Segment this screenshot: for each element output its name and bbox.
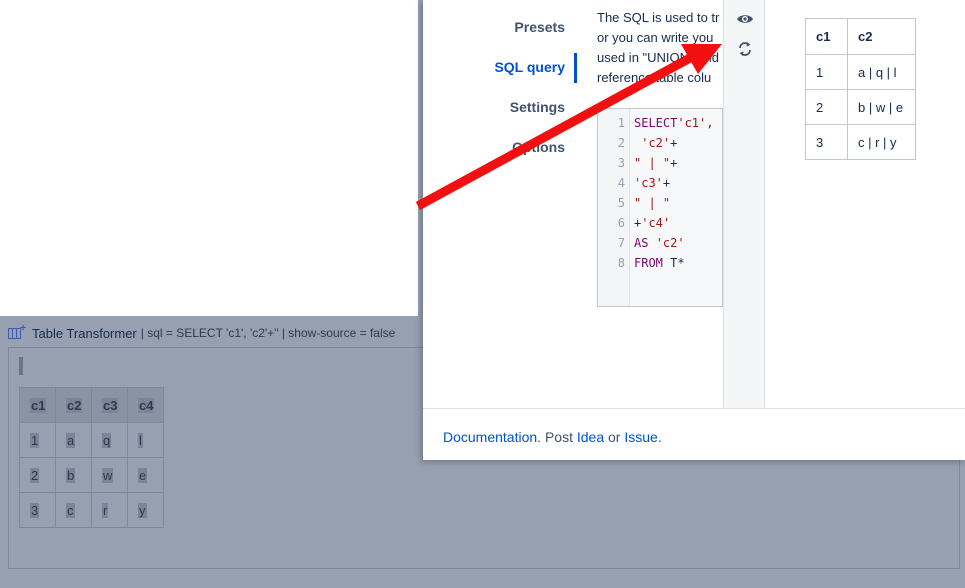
preview-header-cell: c2 xyxy=(847,18,916,55)
code-token: + xyxy=(662,176,671,190)
dialog-nav: Presets SQL query Settings Options xyxy=(423,0,577,408)
code-token: SELECT xyxy=(634,116,678,130)
footer-links: Documentation. Post Idea or Issue. xyxy=(443,429,662,445)
footer-punct: . xyxy=(657,429,662,445)
code-line: 7 AS 'c2' xyxy=(598,233,685,253)
preview-row: 1 a | q | l xyxy=(805,54,916,90)
table-row: 3 c r y xyxy=(19,492,164,528)
table-cell: l xyxy=(127,422,164,458)
code-line: 8 FROM T* xyxy=(598,253,685,273)
code-line: 3 " | "+ xyxy=(598,153,678,173)
table-header-cell: c4 xyxy=(127,387,164,423)
line-number: 6 xyxy=(617,216,625,230)
issue-link[interactable]: Issue xyxy=(624,429,657,445)
sql-editor[interactable]: 1 SELECT'c1', 2 'c2'+ 3 " | "+ 4'c3'+ 5 " | " 6 +… xyxy=(597,108,723,307)
line-number: 5 xyxy=(617,196,625,210)
code-line: 4 'c3'+ xyxy=(598,173,670,193)
table-row: 1 a q l xyxy=(19,422,164,458)
code-line: 6 +'c4' xyxy=(598,213,670,233)
table-plus-icon: + xyxy=(8,323,26,340)
code-token: T* xyxy=(670,256,685,270)
code-token: 'c1', xyxy=(677,116,714,130)
preview-cell: 1 xyxy=(805,54,848,90)
sql-description: The SQL is used to tr or you can write y… xyxy=(597,8,723,92)
line-number: 1 xyxy=(617,116,625,130)
code-line: 5 " | " xyxy=(598,193,670,213)
preview-row: 2 b | w | e xyxy=(805,89,916,125)
documentation-link[interactable]: Documentation xyxy=(443,429,537,445)
description-line: The SQL is used to tr xyxy=(597,10,720,25)
code-token: " | " xyxy=(634,196,671,210)
code-token: 'c3' xyxy=(634,176,663,190)
text-cursor xyxy=(19,357,23,375)
line-number: 8 xyxy=(617,256,625,270)
preview-cell: a | q | l xyxy=(847,54,916,90)
code-token: " | " xyxy=(634,156,671,170)
description-line: or you can write you xyxy=(597,30,714,45)
description-line: reference table colu xyxy=(597,70,712,85)
nav-item-options[interactable]: Options xyxy=(512,139,565,155)
table-cell: b xyxy=(55,457,92,493)
table-cell: y xyxy=(127,492,164,528)
macro-params: | sql = SELECT 'c1', 'c2'+" | show-sourc… xyxy=(140,326,396,340)
table-cell: e xyxy=(127,457,164,493)
table-cell: 2 xyxy=(19,457,56,493)
table-header-cell: c2 xyxy=(55,387,92,423)
code-token: 'c4' xyxy=(641,216,671,230)
eye-icon[interactable] xyxy=(736,10,754,28)
preview-header-cell: c1 xyxy=(805,18,848,55)
editor-canvas xyxy=(0,0,418,316)
preview-table: c1 c2 1 a | q | l 2 b | w | e 3 c | r | … xyxy=(805,18,916,160)
nav-item-presets[interactable]: Presets xyxy=(514,19,565,35)
nav-active-indicator xyxy=(574,53,577,83)
dialog-footer: Documentation. Post Idea or Issue. xyxy=(423,408,965,460)
table-cell: a xyxy=(55,422,92,458)
preview-cell: 2 xyxy=(805,89,848,125)
editor-toolbar xyxy=(723,0,765,408)
preview-cell: c | r | y xyxy=(847,124,916,160)
footer-text-post: Post xyxy=(541,429,577,445)
table-cell: w xyxy=(91,457,128,493)
table-header-cell: c1 xyxy=(19,387,56,423)
nav-item-settings[interactable]: Settings xyxy=(510,99,565,115)
line-number: 3 xyxy=(617,156,625,170)
refresh-icon[interactable] xyxy=(736,40,754,58)
preview-cell: 3 xyxy=(805,124,848,160)
code-token: AS xyxy=(634,236,656,250)
table-cell: 1 xyxy=(19,422,56,458)
preview-row: 3 c | r | y xyxy=(805,124,916,160)
table-cell: r xyxy=(91,492,128,528)
table-cell: 3 xyxy=(19,492,56,528)
code-token: + xyxy=(670,156,678,170)
code-token: + xyxy=(670,136,678,150)
code-token: FROM xyxy=(634,256,671,270)
table-header-cell: c3 xyxy=(91,387,128,423)
table-cell: q xyxy=(91,422,128,458)
macro-name: Table Transformer xyxy=(32,325,137,341)
line-number: 2 xyxy=(617,136,625,150)
idea-link[interactable]: Idea xyxy=(577,429,604,445)
line-number: 4 xyxy=(617,176,625,190)
code-token: 'c2' xyxy=(655,236,685,250)
table-cell: c xyxy=(55,492,92,528)
code-token: 'c2' xyxy=(634,136,671,150)
code-line: 2 'c2'+ xyxy=(598,133,678,153)
table-row: 2 b w e xyxy=(19,457,164,493)
macro-edit-dialog: Presets SQL query Settings Options The S… xyxy=(423,0,965,460)
footer-text-or: or xyxy=(604,429,625,445)
macro-header[interactable]: + Table Transformer | sql = SELECT 'c1',… xyxy=(8,323,396,342)
nav-item-sql-query[interactable]: SQL query xyxy=(494,59,565,75)
preview-cell: b | w | e xyxy=(847,89,916,125)
line-number: 7 xyxy=(617,236,625,250)
description-line: used in "UNION" and xyxy=(597,50,719,65)
source-table: c1 c2 c3 c4 1 a q l 2 b w e 3 c r y xyxy=(19,387,164,528)
code-line: 1 SELECT'c1', xyxy=(598,113,714,133)
